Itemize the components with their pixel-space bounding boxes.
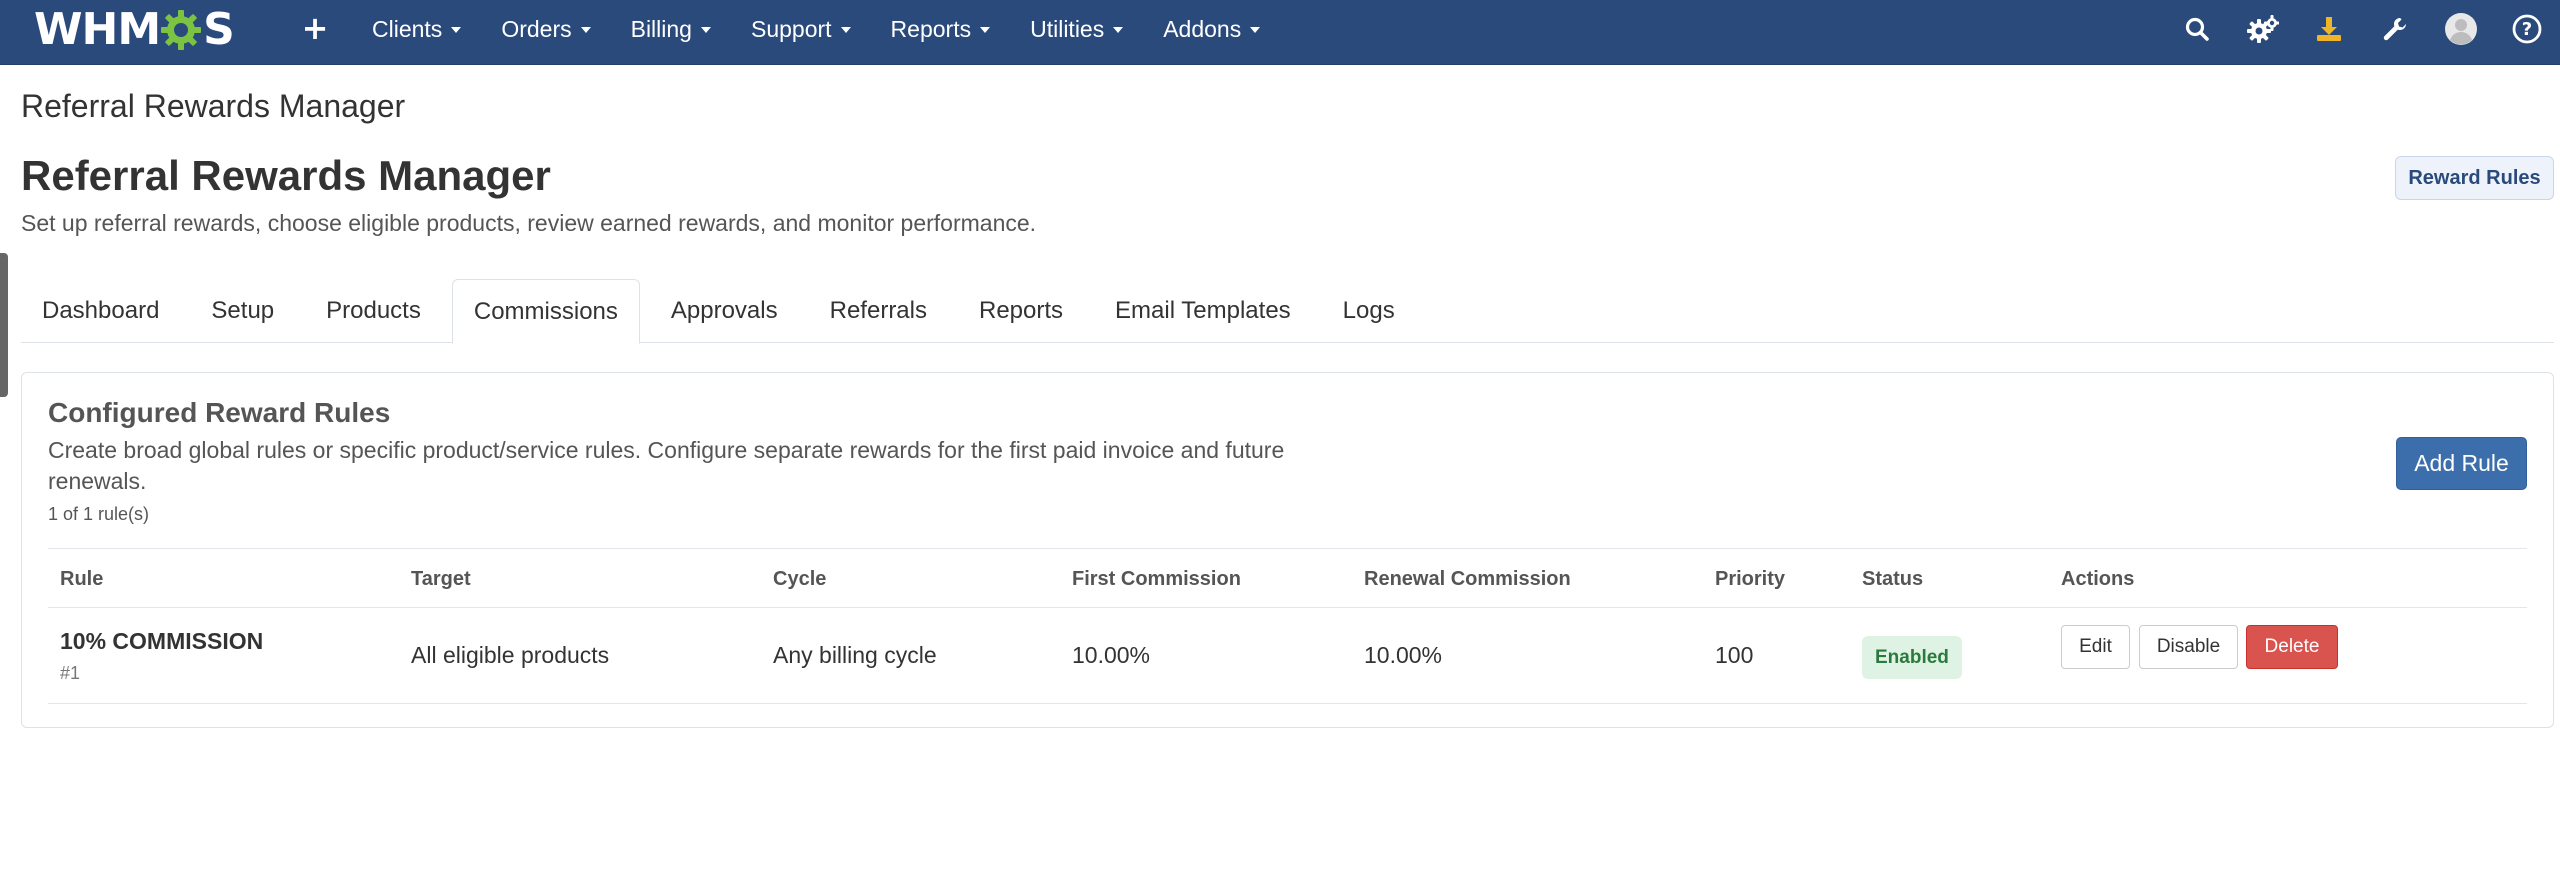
- main-menu: Clients Orders Billing Support Reports U…: [352, 0, 1280, 60]
- nav-label: Reports: [890, 15, 972, 42]
- rule-first-commission: 10.00%: [1072, 642, 1151, 668]
- tab-dashboard[interactable]: Dashboard: [21, 279, 180, 343]
- nav-icons: ?: [2164, 0, 2560, 58]
- edit-button[interactable]: Edit: [2061, 625, 2130, 669]
- svg-text:?: ?: [2522, 19, 2532, 40]
- nav-label: Utilities: [1030, 15, 1105, 42]
- wrench-icon[interactable]: [2362, 0, 2428, 58]
- table-row: 10% COMMISSION #1 All eligible products …: [48, 608, 2527, 704]
- rule-name: 10% COMMISSION: [60, 628, 264, 654]
- status-badge: Enabled: [1862, 636, 1962, 679]
- search-icon[interactable]: [2164, 0, 2230, 58]
- nav-orders[interactable]: Orders: [481, 0, 610, 58]
- col-status: Status: [1862, 568, 1924, 590]
- col-target: Target: [411, 568, 471, 590]
- nav-clients[interactable]: Clients: [352, 0, 481, 58]
- help-icon[interactable]: ?: [2494, 0, 2560, 58]
- tab-email-templates[interactable]: Email Templates: [1094, 279, 1312, 343]
- col-cycle: Cycle: [773, 568, 827, 590]
- rules-table: Rule Target Cycle First Commission Renew…: [48, 548, 2527, 704]
- whmcs-logo[interactable]: WHM S: [34, 4, 235, 55]
- nav-label: Orders: [501, 15, 572, 42]
- tab-reports[interactable]: Reports: [958, 279, 1084, 343]
- tab-products[interactable]: Products: [305, 279, 442, 343]
- download-icon[interactable]: [2296, 0, 2362, 58]
- tab-approvals[interactable]: Approvals: [650, 279, 799, 343]
- reward-rules-card: Configured Reward Rules Create broad glo…: [21, 372, 2554, 728]
- plus-icon[interactable]: +: [300, 12, 330, 44]
- col-renewal-commission: Renewal Commission: [1364, 568, 1571, 590]
- logo-text-left: WHM: [34, 4, 161, 55]
- col-rule: Rule: [60, 568, 104, 590]
- nav-utilities[interactable]: Utilities: [1010, 0, 1143, 58]
- reward-rules-button[interactable]: Reward Rules: [2395, 156, 2554, 200]
- rule-cycle: Any billing cycle: [773, 642, 937, 668]
- caret-down-icon: [980, 27, 991, 33]
- nav-label: Support: [750, 15, 832, 42]
- table-header: Rule Target Cycle First Commission Renew…: [48, 548, 2527, 608]
- card-title: Configured Reward Rules: [48, 397, 391, 428]
- top-navbar: WHM S + Clients Orders Billing Support R…: [0, 0, 2560, 65]
- page-subtitle: Set up referral rewards, choose eligible…: [21, 210, 1037, 236]
- breadcrumb-title: Referral Rewards Manager: [21, 88, 406, 124]
- rule-priority: 100: [1715, 642, 1754, 668]
- nav-reports[interactable]: Reports: [871, 0, 1011, 58]
- rule-id: #1: [60, 663, 81, 683]
- rule-target: All eligible products: [411, 642, 610, 668]
- col-actions: Actions: [2061, 568, 2135, 590]
- col-priority: Priority: [1715, 568, 1786, 590]
- rule-renewal-commission: 10.00%: [1364, 642, 1443, 668]
- card-description: Create broad global rules or specific pr…: [48, 437, 1285, 494]
- tab-setup[interactable]: Setup: [190, 279, 295, 343]
- rule-count: 1 of 1 rule(s): [48, 504, 150, 524]
- caret-down-icon: [700, 27, 711, 33]
- module-tabs: Dashboard Setup Products Commissions App…: [21, 279, 2554, 344]
- tab-commissions[interactable]: Commissions: [451, 279, 640, 344]
- logo-text-right: S: [203, 4, 235, 55]
- avatar-icon[interactable]: [2428, 0, 2494, 58]
- nav-support[interactable]: Support: [731, 0, 871, 58]
- caret-down-icon: [451, 27, 462, 33]
- side-collapse-tab[interactable]: [0, 253, 8, 397]
- nav-label: Addons: [1163, 15, 1242, 42]
- nav-addons[interactable]: Addons: [1143, 0, 1280, 58]
- gears-icon[interactable]: [2230, 0, 2296, 58]
- add-rule-button[interactable]: Add Rule: [2396, 437, 2527, 490]
- caret-down-icon: [1113, 27, 1124, 33]
- nav-billing[interactable]: Billing: [611, 0, 731, 58]
- delete-button[interactable]: Delete: [2246, 625, 2338, 669]
- caret-down-icon: [1250, 27, 1261, 33]
- gear-logo-icon: [161, 10, 202, 50]
- page-title: Referral Rewards Manager: [21, 152, 551, 199]
- tab-referrals[interactable]: Referrals: [809, 279, 948, 343]
- col-first-commission: First Commission: [1072, 568, 1241, 590]
- caret-down-icon: [840, 27, 851, 33]
- tab-logs[interactable]: Logs: [1322, 279, 1416, 343]
- nav-label: Clients: [372, 15, 443, 42]
- caret-down-icon: [580, 27, 591, 33]
- disable-button[interactable]: Disable: [2139, 625, 2238, 669]
- nav-label: Billing: [630, 15, 692, 42]
